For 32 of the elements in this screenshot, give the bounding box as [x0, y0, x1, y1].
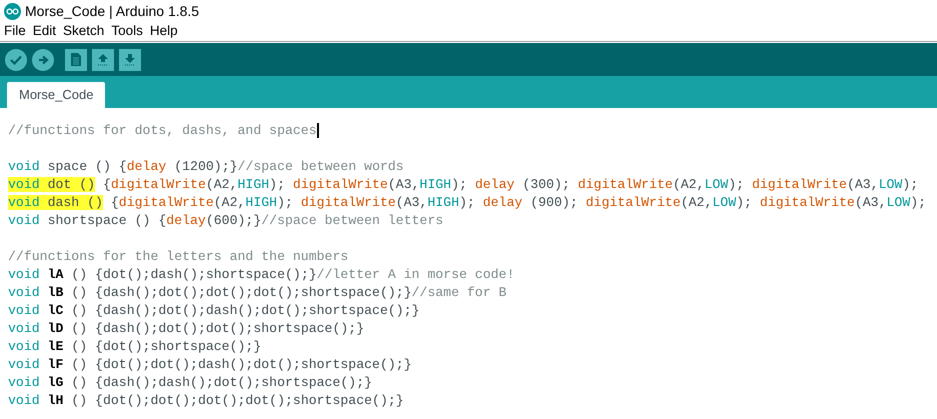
menu-item[interactable]: Edit [32, 21, 56, 42]
code-line: void shortspace () {delay(600);}//space between letters [8, 212, 444, 230]
code-line: void lG () {dash();dash();dot();shortspace();} [8, 374, 372, 392]
arrow-right-icon [38, 54, 48, 64]
code-line: //functions for the letters and the numbers [8, 248, 348, 266]
code-line: void lH () {dot();dot();dot();dot();shortspace();} [8, 392, 404, 410]
window-title: Morse_Code | Arduino 1.8.5 [25, 2, 200, 21]
code-line: void space () {delay (1200);}//space between words [8, 158, 404, 176]
toolbar-button[interactable] [5, 48, 27, 70]
toolbar-button[interactable] [119, 48, 141, 70]
code-line: void lD () {dash();dot();dot();shortspace();} [8, 320, 364, 338]
code-line: void lE () {dot();shortspace();} [8, 338, 262, 356]
page-icon [71, 53, 81, 66]
toolbar-button[interactable] [65, 48, 87, 70]
toolbar-button[interactable] [32, 48, 54, 70]
arrow-down-icon [124, 53, 136, 66]
editor-tab[interactable]: Morse_Code [7, 82, 106, 108]
menu-item[interactable]: File [4, 21, 26, 42]
code-line: //functions for dots, dashs, and spaces [8, 122, 319, 140]
code-line: void lC () {dash();dot();dash();dot();shortspace();} [8, 302, 420, 320]
toolbar-button[interactable] [92, 48, 114, 70]
code-line: void lB () {dash();dot();dot();dot();shortspace();}//same for B [8, 284, 507, 302]
menu-item[interactable]: Sketch [63, 21, 104, 42]
app-logo-icon [4, 2, 21, 20]
menu-item[interactable]: Help [150, 21, 178, 42]
code-line: void lF () {dot();dot();dash();dot();shortspace();} [8, 356, 412, 374]
code-line: void dot () {digitalWrite(A2,HIGH); digitalWrite(A3,HIGH); delay (300); digitalWrite(A2,LOW); digitalWrite(A3,LOW); [8, 176, 918, 194]
check-icon [10, 54, 22, 64]
code-line: void dash () {digitalWrite(A2,HIGH); digitalWrite(A3,HIGH); delay (900); digitalWrite(A2,LOW); digitalWrite(A3,LOW); [8, 194, 926, 212]
code-line: void lA () {dot();dash();shortspace();}//letter A in morse code! [8, 266, 515, 284]
menu-item[interactable]: Tools [111, 21, 143, 42]
arrow-up-icon [97, 53, 109, 66]
